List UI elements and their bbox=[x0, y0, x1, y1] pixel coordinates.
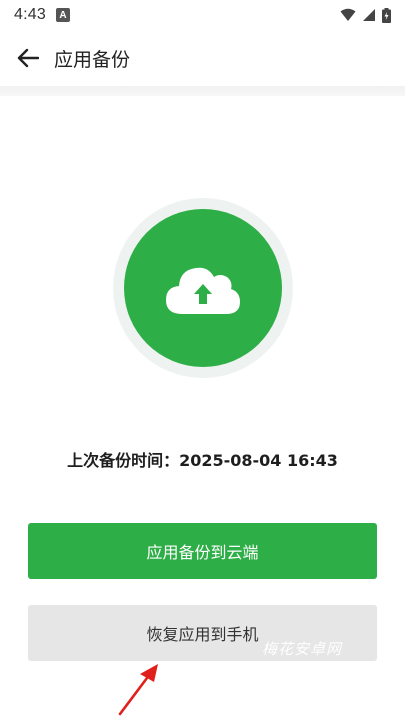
back-arrow-icon bbox=[17, 48, 39, 68]
last-backup-label: 上次备份时间： bbox=[67, 451, 180, 470]
battery-icon bbox=[382, 7, 391, 23]
last-backup-info: 上次备份时间：2025-08-04 16:43 bbox=[0, 447, 405, 471]
status-icons bbox=[340, 7, 391, 23]
back-button[interactable] bbox=[0, 30, 56, 86]
app-bar: 应用备份 bbox=[0, 30, 405, 86]
last-backup-time: 2025-08-04 16:43 bbox=[179, 451, 338, 470]
status-bar: 4:43 A bbox=[0, 0, 405, 30]
wifi-icon bbox=[340, 8, 356, 21]
cloud-upload-icon bbox=[166, 267, 240, 314]
backup-to-cloud-label: 应用备份到云端 bbox=[146, 543, 259, 562]
notification-icon: A bbox=[55, 8, 70, 22]
backup-to-cloud-button[interactable]: 应用备份到云端 bbox=[28, 523, 377, 579]
annotation-arrow-icon bbox=[118, 664, 158, 716]
restore-to-phone-label: 恢复应用到手机 bbox=[146, 625, 259, 644]
header-divider bbox=[0, 86, 405, 96]
status-time: 4:43 bbox=[14, 6, 46, 23]
watermark: 梅花安卓网 bbox=[262, 640, 343, 658]
signal-icon bbox=[363, 9, 375, 21]
page-title: 应用备份 bbox=[54, 48, 131, 71]
cloud-badge bbox=[124, 209, 282, 367]
